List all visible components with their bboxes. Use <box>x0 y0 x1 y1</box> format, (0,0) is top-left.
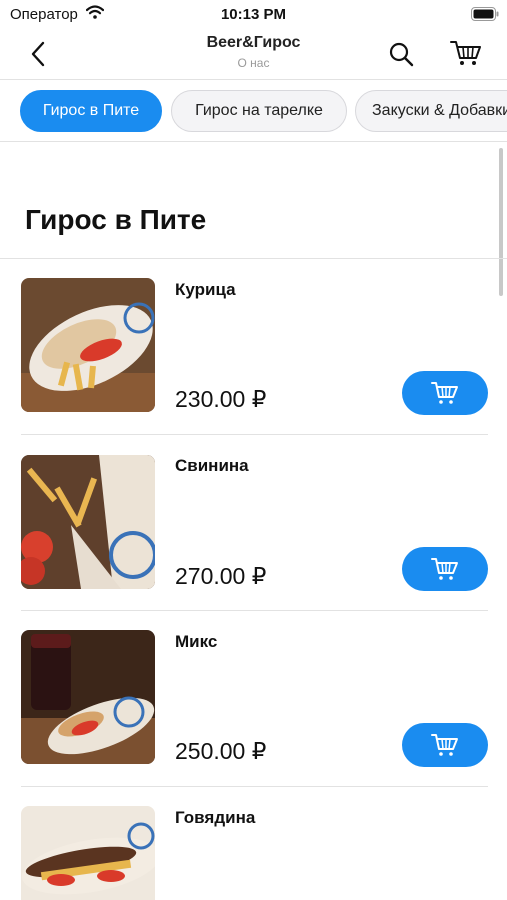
menu-item[interactable]: Говядина <box>0 787 507 900</box>
category-tab-gyros-in-pita[interactable]: Гирос в Пите <box>20 90 162 132</box>
item-price: 230.00 ₽ <box>175 386 267 412</box>
item-price: 270.00 ₽ <box>175 563 267 589</box>
category-tab-snacks[interactable]: Закуски & Добавки <box>355 90 507 132</box>
search-icon <box>389 42 414 67</box>
menu-item[interactable]: Курица 230.00 ₽ <box>0 259 507 435</box>
item-photo-beef <box>21 806 155 900</box>
back-button[interactable] <box>24 38 52 70</box>
category-tabs: Гирос в Пите Гирос на тарелке Закуски & … <box>0 80 507 142</box>
header-title-block[interactable]: Beer&Гирос О нас <box>150 34 357 70</box>
add-to-cart-icon <box>431 382 458 404</box>
cart-button[interactable] <box>448 37 484 69</box>
add-to-cart-icon <box>431 734 458 756</box>
add-to-cart-button[interactable] <box>402 547 488 591</box>
search-button[interactable] <box>386 39 416 69</box>
item-name: Микс <box>175 632 218 651</box>
item-name: Курица <box>175 280 236 299</box>
status-bar: Оператор 10:13 PM <box>0 0 507 28</box>
menu-item[interactable]: Свинина 270.00 ₽ <box>0 435 507 611</box>
cart-icon <box>450 41 481 65</box>
about-link[interactable]: О нас <box>150 56 357 70</box>
navigation-bar: Beer&Гирос О нас <box>0 28 507 80</box>
item-photo-mix <box>21 630 155 764</box>
item-photo-pork <box>21 455 155 589</box>
back-chevron-icon <box>31 41 45 67</box>
page-title: Beer&Гирос <box>206 34 301 51</box>
battery-icon <box>471 7 499 21</box>
item-name: Говядина <box>175 808 256 827</box>
add-to-cart-icon <box>431 558 458 580</box>
add-to-cart-button[interactable] <box>402 723 488 767</box>
item-photo-chicken <box>21 278 155 412</box>
section-title: Гирос в Пите <box>25 204 207 235</box>
item-name: Свинина <box>175 456 249 475</box>
item-price: 250.00 ₽ <box>175 738 267 764</box>
menu-item[interactable]: Микс 250.00 ₽ <box>0 611 507 787</box>
add-to-cart-button[interactable] <box>402 371 488 415</box>
status-time: 10:13 PM <box>220 6 287 23</box>
category-tab-gyros-on-plate[interactable]: Гирос на тарелке <box>171 90 347 132</box>
